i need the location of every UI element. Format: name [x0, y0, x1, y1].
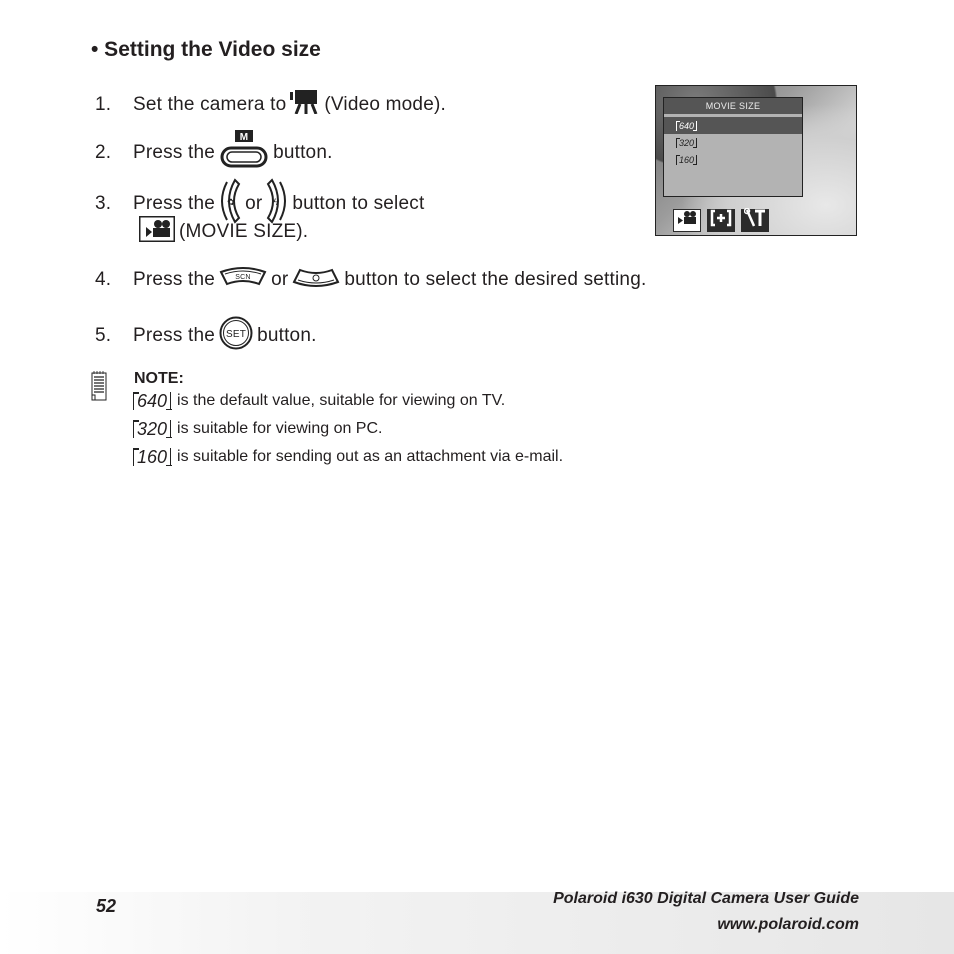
step-text: button to select the desired setting.	[344, 269, 647, 290]
step-text: Set the camera to	[133, 94, 287, 115]
size-640-badge: 640	[132, 392, 172, 410]
down-timer-button-icon	[292, 266, 340, 294]
note-text: is the default value, suitable for viewi…	[177, 392, 506, 409]
size-160-badge: 160	[132, 448, 172, 466]
tab-movie[interactable]	[673, 209, 701, 232]
step-text: Press the	[133, 325, 216, 346]
note-text: is suitable for sending out as an attach…	[177, 448, 564, 465]
note-pad-icon	[91, 370, 107, 407]
step-text: button.	[273, 142, 333, 163]
step-text: Press the	[133, 269, 216, 290]
step-number: 5.	[95, 325, 112, 346]
menu-option-160[interactable]: 160	[664, 151, 802, 168]
note-item: 320 is suitable for viewing on PC.	[132, 420, 383, 438]
step-3-line-2: (MOVIE SIZE).	[139, 216, 308, 248]
setup-tools-icon	[743, 207, 766, 233]
step-text: Press the	[133, 142, 216, 163]
set-button-icon: SET	[219, 316, 253, 356]
step-text: button to select	[292, 193, 425, 214]
step-text: or	[245, 193, 263, 214]
menu-option-640[interactable]: 640	[664, 117, 802, 134]
page-number: 52	[96, 896, 117, 916]
step-number: 3.	[95, 193, 112, 214]
menu-tabs	[673, 207, 769, 233]
note-label: NOTE:	[134, 370, 184, 387]
tab-exposure[interactable]	[707, 209, 735, 232]
step-text: or	[271, 269, 289, 290]
menu-m-button-icon: M	[219, 130, 269, 176]
step-text: button.	[257, 325, 317, 346]
menu-option-320[interactable]: 320	[664, 134, 802, 151]
guide-title: Polaroid i630 Digital Camera User Guide	[553, 890, 859, 907]
svg-text:✿: ✿	[227, 197, 235, 207]
movie-camera-icon	[677, 210, 697, 231]
tab-setup[interactable]	[741, 207, 769, 233]
note-text: is suitable for viewing on PC.	[177, 420, 383, 437]
exposure-bracket-icon	[710, 209, 732, 232]
step-number: 2.	[95, 142, 112, 163]
step-text: (MOVIE SIZE).	[179, 221, 309, 242]
svg-text:M: M	[240, 132, 249, 143]
note-item: 640 is the default value, suitable for v…	[132, 392, 506, 410]
step-number: 4.	[95, 269, 112, 290]
step-2: 2. Press the M button.	[95, 130, 333, 176]
step-5: 5. Press the SET button.	[95, 316, 317, 356]
video-mode-icon	[290, 90, 320, 120]
camera-lcd-screenshot: MOVIE SIZE 640 320 160	[655, 85, 857, 236]
step-4: 4. Press the SCN or button to select the…	[95, 266, 646, 294]
svg-text:ϟ: ϟ	[274, 197, 279, 207]
menu-title: MOVIE SIZE	[664, 98, 802, 114]
movie-size-menu: MOVIE SIZE 640 320 160	[663, 97, 803, 197]
step-number: 1.	[95, 94, 112, 115]
note-item: 160 is suitable for sending out as an at…	[132, 448, 564, 466]
step-text: Press the	[133, 193, 216, 214]
up-scn-button-icon: SCN	[219, 266, 267, 294]
step-1: 1. Set the camera to (Video mode).	[95, 90, 446, 120]
website-link[interactable]: www.polaroid.com	[717, 916, 859, 934]
svg-text:SET: SET	[226, 329, 246, 340]
step-text: (Video mode).	[324, 94, 446, 115]
movie-camera-icon	[139, 216, 175, 248]
section-heading: • Setting the Video size	[91, 38, 321, 61]
svg-text:SCN: SCN	[235, 274, 250, 281]
size-320-badge: 320	[132, 420, 172, 438]
